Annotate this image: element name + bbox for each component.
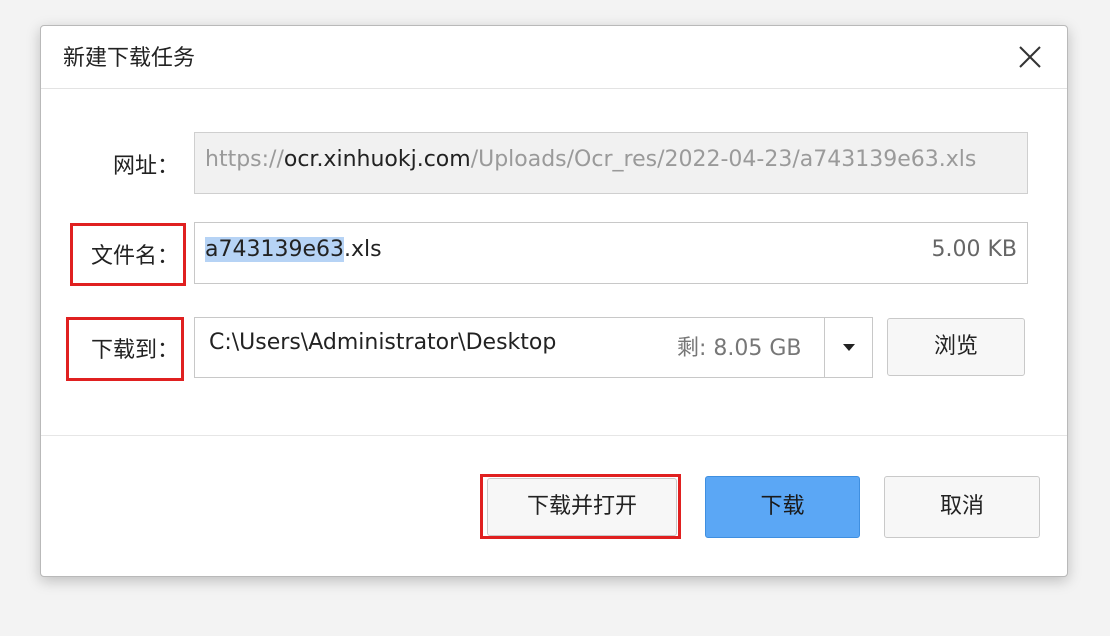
path-dropdown-button[interactable] — [824, 318, 872, 377]
file-size: 5.00 KB — [931, 237, 1018, 262]
browse-button[interactable]: 浏览 — [887, 318, 1025, 376]
url-prefix: https:// — [205, 147, 284, 172]
save-path-combobox[interactable]: C:\Users\Administrator\Desktop 剩: 8.05 G… — [194, 317, 873, 378]
url-host: ocr.xinhuokj.com — [283, 147, 471, 172]
save-to-label: 下载到： — [90, 338, 179, 363]
dialog-title: 新建下载任务 — [63, 46, 196, 71]
filename-input[interactable]: a743139e63.xls 5.00 KB — [194, 222, 1028, 284]
divider — [41, 435, 1067, 436]
filename-label: 文件名： — [90, 244, 179, 269]
url-text: https://ocr.xinhuokj.com/Uploads/Ocr_res… — [205, 147, 976, 172]
filename-selected: a743139e63 — [205, 237, 344, 262]
save-path-text: C:\Users\Administrator\Desktop — [209, 330, 557, 355]
free-space-text: 剩: 8.05 GB — [677, 336, 802, 361]
download-and-open-button[interactable]: 下载并打开 — [487, 478, 677, 536]
url-field[interactable]: https://ocr.xinhuokj.com/Uploads/Ocr_res… — [194, 132, 1028, 194]
url-label: 网址： — [112, 154, 179, 179]
filename-text: a743139e63.xls — [205, 237, 382, 262]
cancel-button[interactable]: 取消 — [884, 476, 1040, 538]
dialog-titlebar: 新建下载任务 — [41, 26, 1067, 89]
filename-extension: .xls — [344, 237, 382, 262]
close-icon[interactable] — [1015, 42, 1045, 72]
download-button[interactable]: 下载 — [705, 476, 860, 538]
new-download-dialog: 新建下载任务 网址： https://ocr.xinhuokj.com/Uplo… — [40, 25, 1068, 577]
caret-down-icon — [843, 344, 855, 351]
url-path: /Uploads/Ocr_res/2022-04-23/a743139e63.x… — [470, 147, 977, 172]
